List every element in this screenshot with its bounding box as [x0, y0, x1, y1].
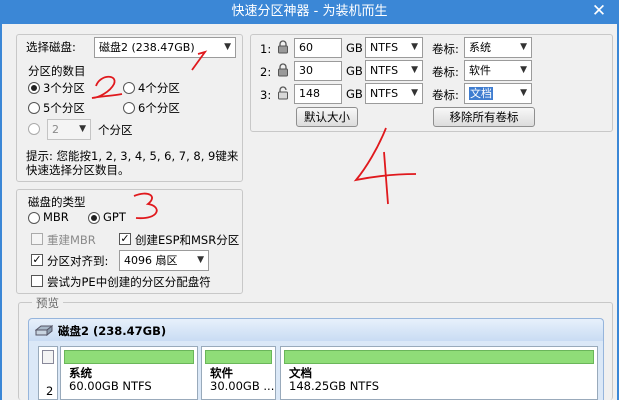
close-icon[interactable]: ✕	[579, 0, 619, 24]
handwritten-annotations	[91, 50, 417, 219]
annotation-number-2	[91, 75, 123, 99]
annotation-number-1	[191, 50, 208, 71]
main-panel: 选择磁盘: 磁盘2 (238.47GB) ▼ 分区的数目 3个分区 4个分区 5…	[0, 24, 619, 400]
window-title: 快速分区神器 - 为装机而生	[231, 4, 388, 19]
title-bar: 快速分区神器 - 为装机而生 ✕	[0, 0, 619, 24]
annotation-number-4	[353, 127, 417, 205]
annotation-number-3	[133, 192, 158, 219]
